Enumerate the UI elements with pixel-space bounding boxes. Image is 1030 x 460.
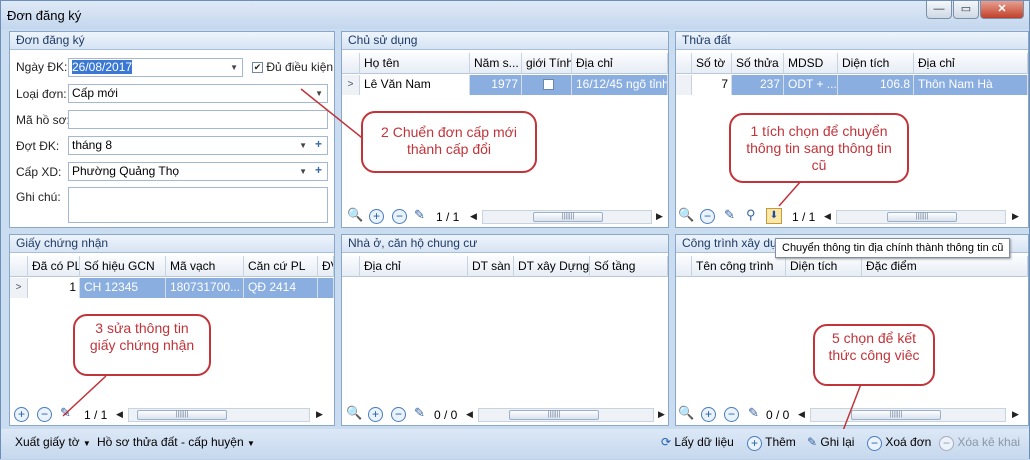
chevron-down-icon: ▼	[82, 439, 91, 448]
ghi-label: Ghi lại	[820, 435, 855, 449]
bottom-toolbar: Xuất giấy tờ ▼ Hồ sơ thửa đất - cấp huyệ…	[1, 429, 1029, 459]
lay-label: Lấy dữ liệu	[674, 435, 734, 449]
ghi-lai-button[interactable]: ✎ Ghi lại	[807, 435, 854, 449]
callout-5: 5 chọn để kết thức công viêc	[813, 324, 935, 386]
arrow-1	[778, 180, 802, 207]
them-button[interactable]: + Thêm	[747, 435, 796, 451]
remove-icon: −	[867, 436, 882, 451]
remove-icon: −	[939, 436, 954, 451]
callout-1: 1 tích chọn để chuyển thông tin sang thô…	[729, 113, 909, 183]
arrow-2	[300, 88, 367, 142]
registration-window: Đơn đăng ký — ▭ ✕ Đơn đăng ký Ngày ĐK: 2…	[0, 0, 1030, 459]
edit-icon: ✎	[807, 435, 818, 449]
chevron-down-icon: ▼	[247, 439, 255, 448]
refresh-icon: ⟳	[661, 435, 672, 449]
xoa-ke-khai-button[interactable]: − Xóa kê khai	[939, 435, 1021, 451]
xoa-ke-khai-label: Xóa kê khai	[957, 435, 1021, 449]
xoa-label: Xoá đơn	[885, 435, 932, 449]
lay-du-lieu-button[interactable]: ⟳ Lấy dữ liệu	[661, 435, 734, 449]
hoso-label: Hồ sơ thửa đất - cấp huyện	[97, 435, 244, 449]
callout-2: 2 Chuển đơn cấp mới thành cấp đổi	[361, 111, 537, 173]
arrow-3	[62, 375, 107, 417]
them-label: Thêm	[765, 435, 796, 449]
xuat-label: Xuất giấy tờ	[15, 435, 80, 449]
ho-so-thua-dat-menu[interactable]: Hồ sơ thửa đất - cấp huyện ▼	[97, 435, 255, 449]
add-icon: +	[747, 436, 762, 451]
callout-3: 3 sửa thông tin giấy chứng nhận	[73, 314, 211, 376]
xoa-don-button[interactable]: − Xoá đơn	[867, 435, 932, 451]
xuat-giay-to-menu[interactable]: Xuất giấy tờ ▼	[15, 435, 91, 449]
annotation-arrows	[62, 88, 862, 442]
